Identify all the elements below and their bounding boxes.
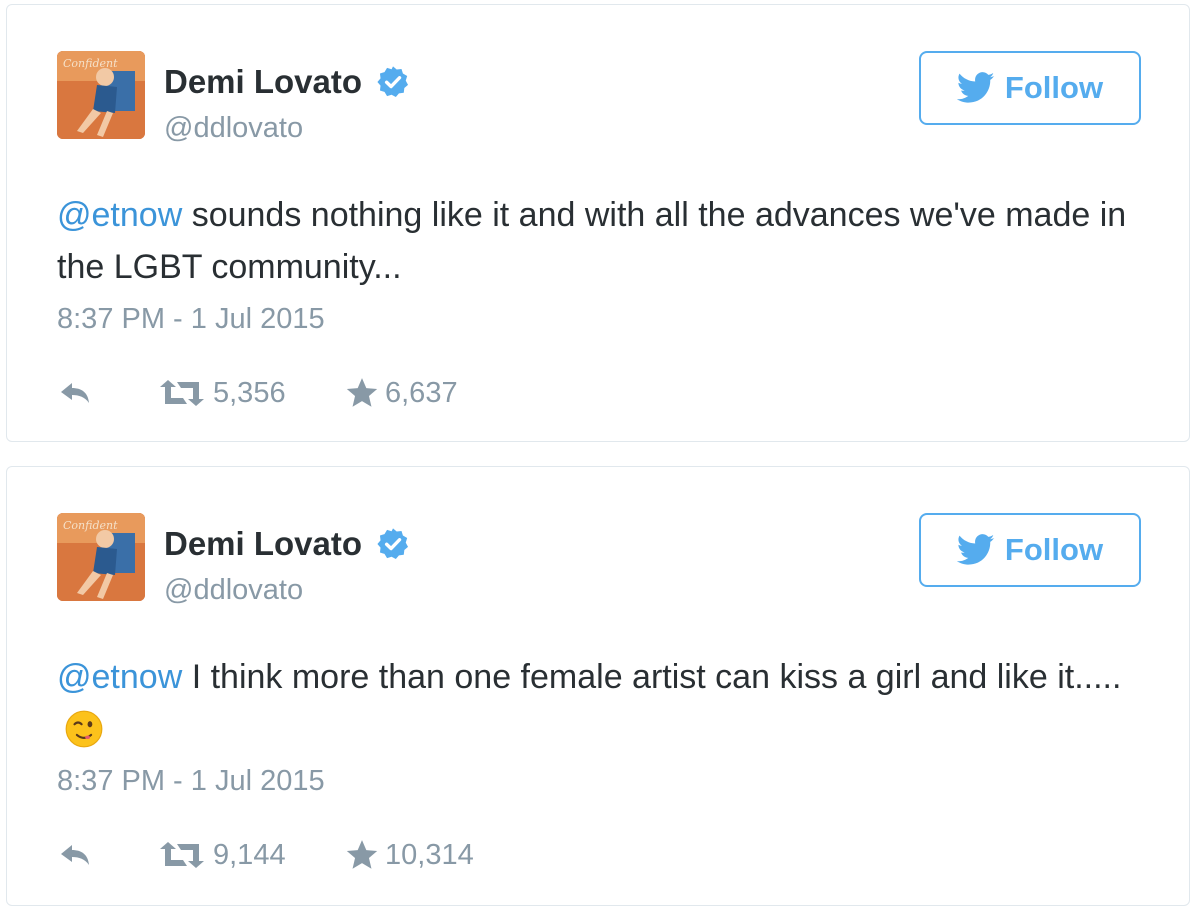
retweet-icon: [160, 842, 204, 868]
follow-label: Follow: [1004, 70, 1104, 105]
follow-button[interactable]: Follow: [919, 513, 1141, 587]
tweet-card: Confident Demi Lovato @ddlovato Follow @…: [6, 4, 1190, 442]
display-name[interactable]: Demi Lovato: [164, 63, 410, 101]
retweet-count: 9,144: [213, 838, 286, 871]
tweet-actions: 9,144 10,314: [57, 835, 657, 875]
star-icon: [346, 840, 378, 869]
reply-button[interactable]: [57, 373, 93, 413]
retweet-button[interactable]: 9,144: [157, 835, 286, 875]
user-handle[interactable]: @ddlovato: [164, 574, 303, 607]
timestamp[interactable]: 8:37 PM - 1 Jul 2015: [57, 765, 325, 798]
verified-badge-icon: [377, 66, 409, 98]
tweet-card: Confident Demi Lovato @ddlovato Follow @…: [6, 466, 1190, 906]
reply-button[interactable]: [57, 835, 93, 875]
follow-button[interactable]: Follow: [919, 51, 1141, 125]
display-name-text[interactable]: Demi Lovato: [164, 525, 362, 563]
retweet-icon: [160, 380, 204, 406]
svg-text:Confident: Confident: [63, 57, 118, 70]
avatar[interactable]: Confident: [57, 51, 145, 139]
mention-link[interactable]: @etnow: [57, 658, 182, 696]
timestamp[interactable]: 8:37 PM - 1 Jul 2015: [57, 303, 325, 336]
follow-label: Follow: [1004, 532, 1104, 567]
tweet-text: @etnow I think more than one female arti…: [57, 651, 1167, 755]
twitter-bird-icon: [956, 534, 995, 565]
tweet-actions: 5,356 6,637: [57, 373, 657, 413]
display-name[interactable]: Demi Lovato: [164, 525, 410, 563]
favorite-count: 6,637: [385, 376, 458, 409]
favorite-count: 10,314: [385, 838, 474, 871]
winking-face-emoji-icon: [65, 710, 103, 748]
tweet-body: sounds nothing like it and with all the …: [57, 196, 1127, 286]
tweet-text: @etnow sounds nothing like it and with a…: [57, 189, 1167, 293]
twitter-bird-icon: [956, 72, 995, 103]
mention-link[interactable]: @etnow: [57, 196, 182, 234]
favorite-button[interactable]: 10,314: [345, 835, 474, 875]
verified-badge-icon: [377, 528, 409, 560]
svg-text:Confident: Confident: [63, 519, 118, 532]
retweet-button[interactable]: 5,356: [157, 373, 286, 413]
user-handle[interactable]: @ddlovato: [164, 112, 303, 145]
tweet-body: I think more than one female artist can …: [182, 658, 1122, 696]
display-name-text[interactable]: Demi Lovato: [164, 63, 362, 101]
avatar[interactable]: Confident: [57, 513, 145, 601]
reply-icon: [61, 383, 89, 403]
star-icon: [346, 378, 378, 407]
retweet-count: 5,356: [213, 376, 286, 409]
reply-icon: [61, 845, 89, 865]
favorite-button[interactable]: 6,637: [345, 373, 458, 413]
